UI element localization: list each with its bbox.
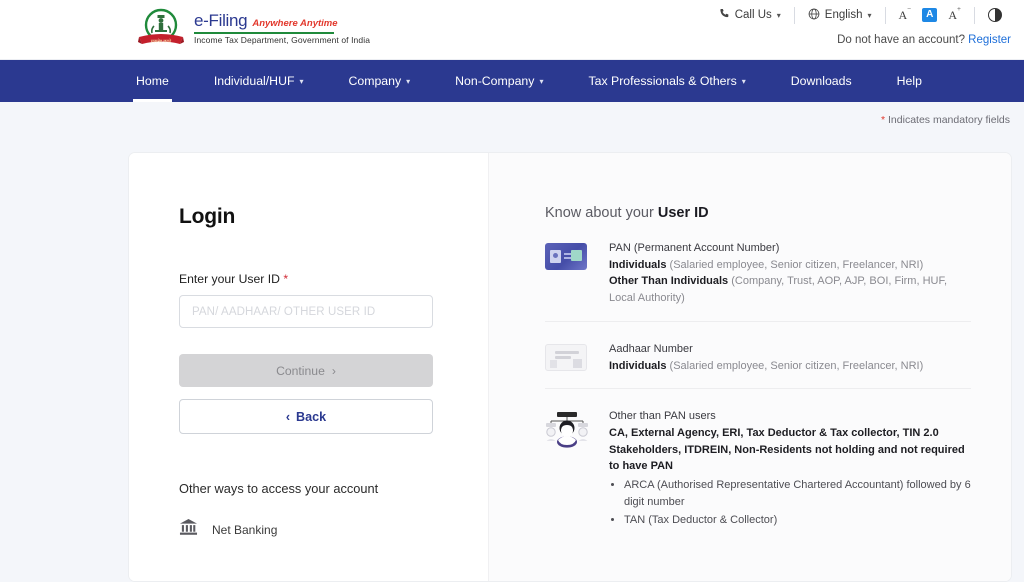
call-us-menu[interactable]: Call Us ▾ xyxy=(706,5,794,25)
entry-heading: Other than PAN users xyxy=(609,410,716,423)
entry-line-rest: (Salaried employee, Senior citizen, Free… xyxy=(666,258,924,271)
chevron-down-icon: ▾ xyxy=(299,76,304,86)
header-utilities: Call Us ▾ English ▾ A− A A+ xyxy=(706,5,1012,25)
continue-label: Continue xyxy=(276,363,325,378)
brand-tagline: Anywhere Anytime xyxy=(252,18,338,29)
nav-label: Non-Company xyxy=(455,74,535,88)
entry-line: CA, External Agency, ERI, Tax Deductor &… xyxy=(609,425,971,475)
globe-icon xyxy=(808,8,820,23)
brand-title: e-Filing xyxy=(194,11,248,30)
list-item: Other than PAN users CA, External Agency… xyxy=(545,389,971,542)
net-banking-label: Net Banking xyxy=(212,522,278,537)
entry-line-rest: (Salaried employee, Senior citizen, Free… xyxy=(666,359,924,372)
nav-label: Downloads xyxy=(790,74,852,88)
top-header: सत्यमेव जयते e-Filing Anywhere Anytime I… xyxy=(0,0,1024,60)
text-size-increase-button[interactable]: A+ xyxy=(948,6,961,22)
aadhaar-card-icon xyxy=(545,340,591,374)
call-us-label: Call Us xyxy=(734,9,772,21)
other-pan-entry-body: Other than PAN users CA, External Agency… xyxy=(609,407,971,528)
entry-line: Individuals (Salaried employee, Senior c… xyxy=(609,358,923,375)
india-emblem-icon: सत्यमेव जयते xyxy=(136,6,186,50)
nav-item-company[interactable]: Company ▾ xyxy=(348,60,410,102)
brand-text: e-Filing Anywhere Anytime Income Tax Dep… xyxy=(194,6,370,45)
contrast-toggle-button[interactable] xyxy=(975,8,1012,22)
chevron-down-icon: ▾ xyxy=(776,10,781,20)
text-size-controls: A− A A+ xyxy=(886,6,974,22)
mandatory-note-text: Indicates mandatory fields xyxy=(888,114,1010,126)
pan-card-icon xyxy=(545,239,591,307)
know-title-light: Know about your xyxy=(545,205,654,221)
nav-item-non-company[interactable]: Non-Company ▾ xyxy=(455,60,543,102)
entry-heading: PAN (Permanent Account Number) xyxy=(609,242,780,254)
entry-line-bold: Other Than Individuals xyxy=(609,275,729,288)
register-prompt: Do not have an account? Register xyxy=(837,34,1011,46)
required-star: * xyxy=(881,114,886,126)
svg-text:सत्यमेव जयते: सत्यमेव जयते xyxy=(151,39,172,44)
nav-item-individual-huf[interactable]: Individual/HUF ▾ xyxy=(214,60,304,102)
entry-line: Other Than Individuals (Company, Trust, … xyxy=(609,273,971,306)
nav-item-home[interactable]: Home xyxy=(133,60,172,102)
account-prompt-text: Do not have an account? xyxy=(837,34,965,46)
brand-subtitle: Income Tax Department, Government of Ind… xyxy=(194,34,371,45)
chevron-down-icon: ▾ xyxy=(539,76,544,86)
required-star: * xyxy=(283,272,289,286)
user-id-label-text: Enter your User ID xyxy=(179,272,280,286)
list-item: PAN (Permanent Account Number) Individua… xyxy=(545,221,971,322)
other-ways-title: Other ways to access your account xyxy=(179,481,379,496)
nav-label: Tax Professionals & Others xyxy=(588,74,737,88)
text-size-decrease-button[interactable]: A− xyxy=(899,6,912,22)
mandatory-fields-note: * Indicates mandatory fields xyxy=(0,102,1024,126)
user-id-input[interactable] xyxy=(179,295,433,328)
login-panel: Login Enter your User ID * Continue › ‹ … xyxy=(129,153,488,581)
entry-heading: Aadhaar Number xyxy=(609,342,693,355)
brand-divider xyxy=(194,32,334,34)
main-navigation: Home Individual/HUF ▾ Company ▾ Non-Comp… xyxy=(0,60,1024,102)
list-item: Aadhaar Number Individuals (Salaried emp… xyxy=(545,322,971,390)
page-title: Login xyxy=(179,205,236,228)
entry-line-bold: CA, External Agency, ERI, Tax Deductor &… xyxy=(609,427,965,473)
list-item: TAN (Tax Deductor & Collector) xyxy=(624,512,971,529)
chevron-down-icon: ▾ xyxy=(406,76,411,86)
login-card: Login Enter your User ID * Continue › ‹ … xyxy=(128,152,1012,582)
entry-line-bold: Individuals xyxy=(609,258,667,271)
contrast-icon xyxy=(988,8,1002,22)
entry-bullets: ARCA (Authorised Representative Chartere… xyxy=(624,477,971,528)
nav-item-tax-professionals-others[interactable]: Tax Professionals & Others ▾ xyxy=(588,60,745,102)
nav-item-help[interactable]: Help xyxy=(897,60,922,102)
nav-label: Help xyxy=(896,74,922,88)
language-label: English xyxy=(824,9,863,21)
net-banking-option[interactable]: Net Banking xyxy=(179,518,438,541)
nav-label: Individual/HUF xyxy=(213,74,295,88)
language-menu[interactable]: English ▾ xyxy=(795,5,885,25)
bank-icon xyxy=(179,518,198,541)
nav-item-downloads[interactable]: Downloads xyxy=(791,60,852,102)
chevron-down-icon: ▾ xyxy=(741,76,746,86)
back-label: Back xyxy=(296,409,327,424)
chevron-left-icon: ‹ xyxy=(285,409,291,424)
aadhaar-entry-body: Aadhaar Number Individuals (Salaried emp… xyxy=(609,340,923,374)
know-title-bold: User ID xyxy=(657,205,709,221)
nav-label: Company xyxy=(348,74,402,88)
chevron-down-icon: ▾ xyxy=(867,10,872,20)
text-size-normal-button[interactable]: A xyxy=(922,8,938,22)
back-button[interactable]: ‹ Back xyxy=(179,399,433,434)
nav-label: Home xyxy=(136,74,169,88)
phone-icon xyxy=(719,8,730,22)
continue-button[interactable]: Continue › xyxy=(179,354,433,387)
entry-line: Individuals (Salaried employee, Senior c… xyxy=(609,257,971,274)
pan-entry-body: PAN (Permanent Account Number) Individua… xyxy=(609,239,971,307)
know-about-title: Know about your User ID xyxy=(545,205,971,221)
list-item: ARCA (Authorised Representative Chartere… xyxy=(624,477,971,510)
efiling-logo[interactable]: सत्यमेव जयते e-Filing Anywhere Anytime I… xyxy=(136,6,370,50)
org-people-icon xyxy=(545,407,591,528)
know-user-id-panel: Know about your User ID PAN (Permanent A… xyxy=(488,153,1011,581)
entry-line-bold: Individuals xyxy=(609,359,667,372)
user-id-label: Enter your User ID * xyxy=(179,272,438,286)
register-link[interactable]: Register xyxy=(968,34,1011,46)
chevron-right-icon: › xyxy=(331,363,336,378)
